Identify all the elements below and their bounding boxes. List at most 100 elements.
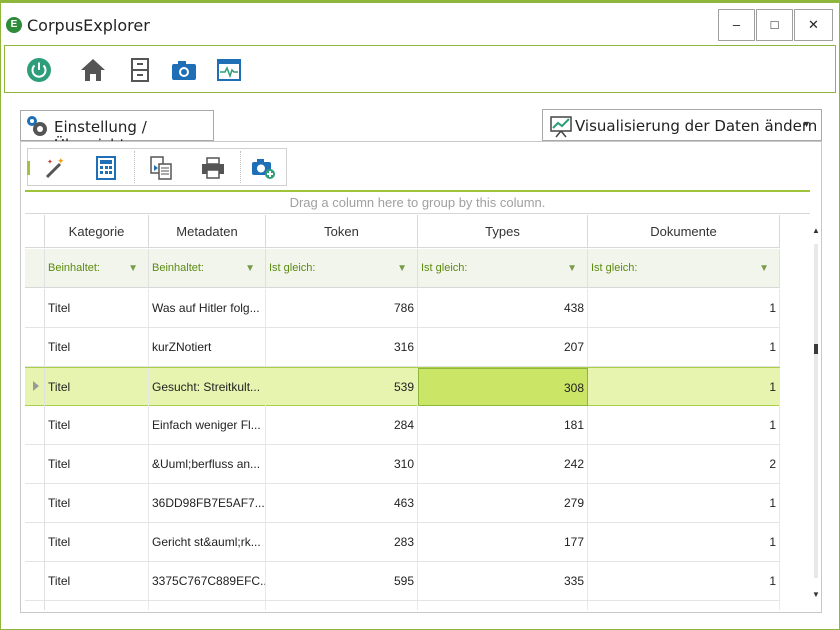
cell-types[interactable]: 279 bbox=[418, 484, 588, 522]
cell-kategorie[interactable]: Titel bbox=[45, 484, 149, 522]
table-row[interactable]: Titel 3375C767C889EFC... 595 335 1 bbox=[25, 562, 780, 601]
cell-kategorie[interactable]: Titel bbox=[45, 368, 149, 406]
cell-dokumente[interactable]: 1 bbox=[588, 328, 780, 366]
cell-types[interactable]: 308 bbox=[418, 368, 588, 406]
cell-metadaten[interactable]: &Uuml;berfluss an... bbox=[149, 445, 266, 483]
table-row[interactable]: Titel Einfach weniger Fl... 284 181 1 bbox=[25, 406, 780, 445]
cell-metadaten[interactable]: Gericht st&auml;rk... bbox=[149, 523, 266, 561]
cell-metadaten[interactable]: 36DD98FB7E5AF7... bbox=[149, 484, 266, 522]
magic-wand-icon[interactable]: ✦ ✦ bbox=[42, 155, 68, 181]
cell-types[interactable]: 207 bbox=[418, 328, 588, 366]
cell-token[interactable]: 284 bbox=[266, 406, 418, 444]
table-row[interactable]: Titel Gesucht: Streitkult... 539 308 1 bbox=[25, 367, 780, 406]
filter-cell-token[interactable]: Ist gleich: ▼ bbox=[266, 249, 418, 288]
column-header-types[interactable]: Types bbox=[418, 215, 588, 248]
scroll-track[interactable] bbox=[814, 244, 818, 578]
cell-kategorie[interactable]: Titel bbox=[45, 328, 149, 366]
cell-dokumente[interactable]: 1 bbox=[588, 406, 780, 444]
table-row[interactable]: Titel Was auf Hitler folg... 786 438 1 bbox=[25, 289, 780, 328]
cell-kategorie[interactable]: Titel bbox=[45, 289, 149, 327]
column-header-dokumente[interactable]: Dokumente bbox=[588, 215, 780, 248]
scroll-down-icon[interactable]: ▼ bbox=[812, 590, 820, 599]
cell-dokumente[interactable]: 1 bbox=[588, 601, 780, 610]
column-header-kategorie[interactable]: Kategorie bbox=[45, 215, 149, 248]
home-icon[interactable] bbox=[79, 56, 107, 84]
cell-dokumente[interactable]: 2 bbox=[588, 445, 780, 483]
row-indicator[interactable] bbox=[25, 484, 45, 522]
filter-cell-metadaten[interactable]: Beinhaltet: ▼ bbox=[149, 249, 266, 288]
cell-token[interactable]: 310 bbox=[266, 445, 418, 483]
table-row[interactable]: Titel &Uuml;berfluss an... 310 242 2 bbox=[25, 445, 780, 484]
cell-metadaten[interactable]: kurZNotiert bbox=[149, 328, 266, 366]
table-row[interactable]: Titel kurZNotiert 316 207 1 bbox=[25, 328, 780, 367]
cell-token[interactable]: 786 bbox=[266, 289, 418, 327]
cell-metadaten[interactable]: Gesucht: Streitkult... bbox=[149, 368, 266, 406]
filter-cell-dokumente[interactable]: Ist gleich: ▼ bbox=[588, 249, 780, 288]
cell-token[interactable]: 539 bbox=[266, 368, 418, 406]
vertical-scrollbar[interactable]: ▲ ▼ bbox=[810, 222, 822, 602]
filter-cell-kategorie[interactable]: Beinhaltet: ▼ bbox=[45, 249, 149, 288]
table-row[interactable]: Titel 36DD98FB7E5AF7... 463 279 1 bbox=[25, 484, 780, 523]
cell-kategorie[interactable]: Titel bbox=[45, 601, 149, 610]
cell-types[interactable]: 335 bbox=[418, 562, 588, 600]
cell-metadaten[interactable]: 3375C767C889EFC... bbox=[149, 562, 266, 600]
row-indicator[interactable] bbox=[25, 445, 45, 483]
export-document-icon[interactable] bbox=[148, 155, 174, 181]
minimize-button[interactable]: ‒ bbox=[718, 9, 755, 41]
add-snapshot-icon[interactable] bbox=[250, 155, 276, 181]
cell-token[interactable]: 433 bbox=[266, 601, 418, 610]
column-header-metadaten[interactable]: Metadaten bbox=[149, 215, 266, 248]
cell-kategorie[interactable]: Titel bbox=[45, 523, 149, 561]
cell-types[interactable]: 181 bbox=[418, 406, 588, 444]
filter-cell-types[interactable]: Ist gleich: ▼ bbox=[418, 249, 588, 288]
change-visualization-dropdown[interactable]: Visualisierung der Daten ändern ▼ bbox=[542, 109, 822, 141]
cell-dokumente[interactable]: 1 bbox=[588, 368, 780, 406]
column-header-token[interactable]: Token bbox=[266, 215, 418, 248]
cell-types[interactable]: 242 bbox=[418, 445, 588, 483]
cell-kategorie[interactable]: Titel bbox=[45, 406, 149, 444]
cell-kategorie[interactable]: Titel bbox=[45, 562, 149, 600]
row-indicator[interactable] bbox=[25, 601, 45, 610]
close-button[interactable]: ✕ bbox=[794, 9, 833, 41]
row-indicator[interactable] bbox=[25, 562, 45, 600]
cell-token[interactable]: 595 bbox=[266, 562, 418, 600]
row-indicator[interactable] bbox=[25, 406, 45, 444]
cell-metadaten[interactable]: Was auf Hitler folg... bbox=[149, 289, 266, 327]
row-indicator[interactable] bbox=[25, 289, 45, 327]
cell-dokumente[interactable]: 1 bbox=[588, 523, 780, 561]
cell-token[interactable]: 463 bbox=[266, 484, 418, 522]
cell-token[interactable]: 316 bbox=[266, 328, 418, 366]
cell-dokumente[interactable]: 1 bbox=[588, 562, 780, 600]
row-indicator[interactable] bbox=[25, 328, 45, 366]
row-indicator[interactable] bbox=[25, 523, 45, 561]
cell-token[interactable]: 283 bbox=[266, 523, 418, 561]
cell-dokumente[interactable]: 1 bbox=[588, 289, 780, 327]
filter-icon[interactable]: ▼ bbox=[128, 249, 138, 288]
group-by-panel[interactable]: Drag a column here to group by this colu… bbox=[25, 192, 810, 214]
printer-icon[interactable] bbox=[200, 155, 226, 181]
power-icon[interactable] bbox=[25, 56, 53, 84]
header-indicator-cell bbox=[25, 215, 45, 248]
scroll-thumb[interactable] bbox=[814, 344, 818, 354]
filter-icon[interactable]: ▼ bbox=[397, 249, 407, 288]
cell-metadaten[interactable]: Ganz lu Lot... bbox=[149, 601, 266, 610]
row-indicator[interactable] bbox=[25, 368, 45, 406]
monitor-pulse-icon[interactable] bbox=[215, 56, 243, 84]
table-row[interactable]: Titel Gericht st&auml;rk... 283 177 1 bbox=[25, 523, 780, 562]
cell-metadaten[interactable]: Einfach weniger Fl... bbox=[149, 406, 266, 444]
cell-kategorie[interactable]: Titel bbox=[45, 445, 149, 483]
maximize-button[interactable]: □ bbox=[756, 9, 793, 41]
cell-dokumente[interactable]: 1 bbox=[588, 484, 780, 522]
cell-types[interactable]: 243 bbox=[418, 601, 588, 610]
camera-icon[interactable] bbox=[170, 56, 198, 84]
settings-overview-button[interactable]: Einstellung / Übersicht bbox=[20, 110, 214, 154]
filter-icon[interactable]: ▼ bbox=[567, 249, 577, 288]
cabinet-icon[interactable] bbox=[126, 56, 154, 84]
scroll-up-icon[interactable]: ▲ bbox=[812, 226, 820, 235]
filter-icon[interactable]: ▼ bbox=[759, 249, 769, 288]
filter-icon[interactable]: ▼ bbox=[245, 249, 255, 288]
calculator-icon[interactable] bbox=[93, 155, 119, 181]
table-row[interactable]: TitelGanz lu Lot...4332431 bbox=[25, 601, 780, 610]
cell-types[interactable]: 177 bbox=[418, 523, 588, 561]
cell-types[interactable]: 438 bbox=[418, 289, 588, 327]
